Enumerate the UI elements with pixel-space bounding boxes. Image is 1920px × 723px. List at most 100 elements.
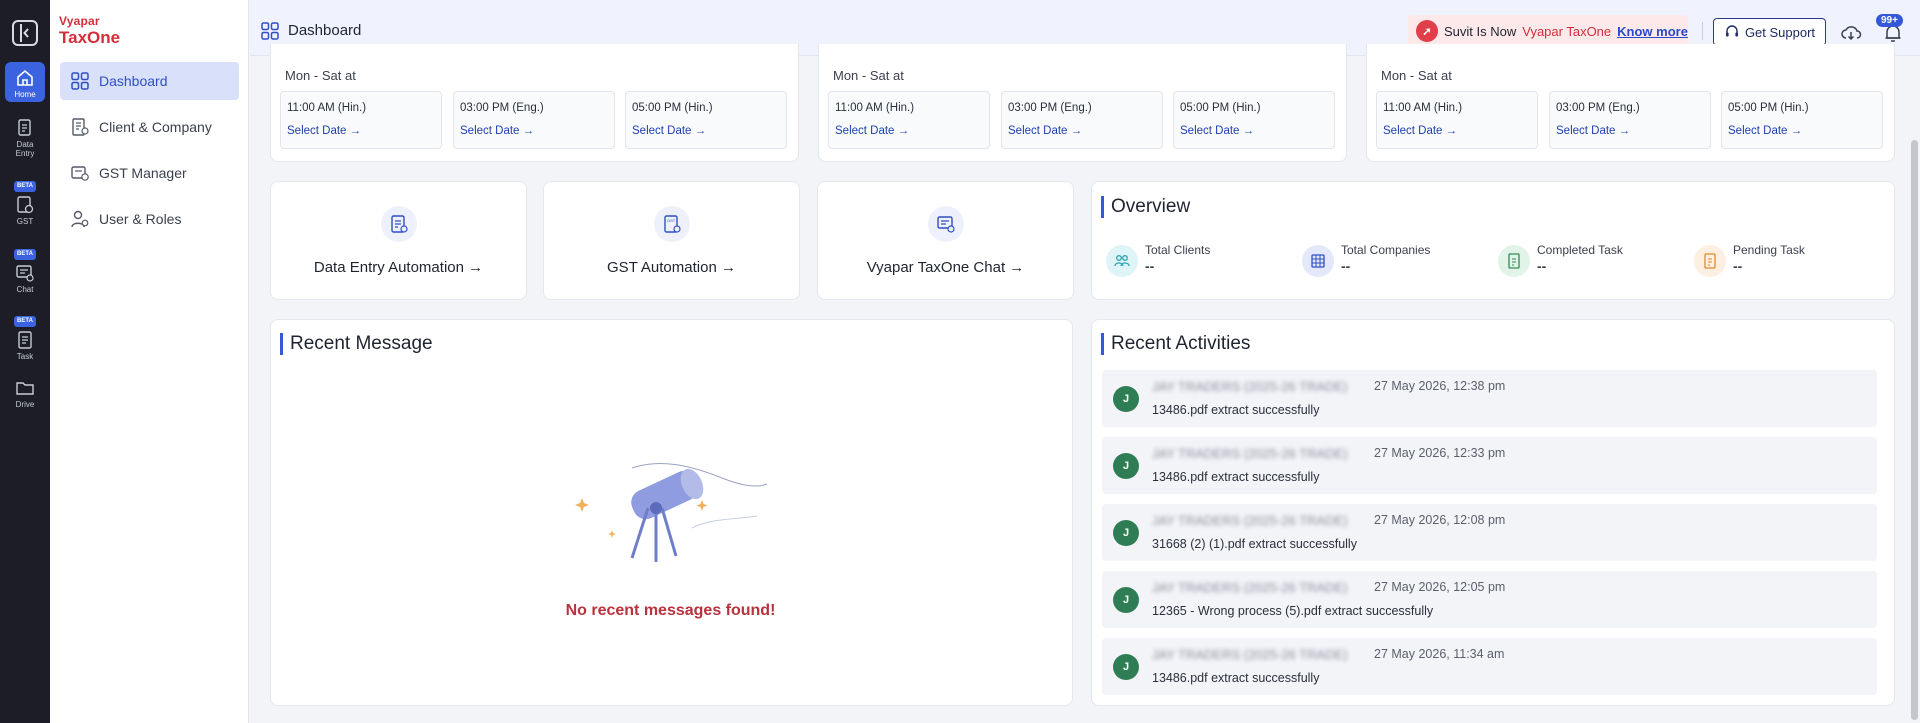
activity-item[interactable]: J JAY TRADERS (2025-26 TRADE) 27 May 202… [1102, 571, 1877, 628]
slot-time: 03:00 PM (Eng.) [1008, 102, 1092, 114]
beta-badge: BETA [14, 249, 36, 260]
activity-description: 13486.pdf extract successfully [1152, 671, 1320, 685]
select-date-link[interactable]: Select Date → [1556, 125, 1630, 137]
overview-label: Pending Task [1733, 243, 1805, 257]
rail-label-task: Task [16, 352, 34, 361]
slot-time: 03:00 PM (Eng.) [460, 102, 544, 114]
select-date-link[interactable]: Select Date → [287, 125, 361, 137]
activity-time: 27 May 2026, 11:34 am [1374, 647, 1505, 661]
activity-item[interactable]: J JAY TRADERS (2025-26 TRADE) 27 May 202… [1102, 638, 1877, 695]
activity-item[interactable]: J JAY TRADERS (2025-26 TRADE) 27 May 202… [1102, 370, 1877, 427]
client-company-icon [72, 118, 89, 136]
data-entry-automation-card[interactable]: Data Entry Automation → [270, 181, 527, 300]
slot-time: 05:00 PM (Hin.) [1728, 102, 1809, 114]
rail-item-data-entry[interactable]: Data Entry [0, 118, 50, 158]
select-date-link[interactable]: Select Date → [1008, 125, 1082, 137]
activity-time: 27 May 2026, 12:38 pm [1374, 379, 1506, 393]
overview-completed-task: Completed Task -- [1498, 241, 1623, 277]
empty-messages-text: No recent messages found! [565, 602, 776, 619]
brand-logo[interactable]: Vyapar TaxOne [59, 14, 120, 48]
companies-icon [1302, 245, 1334, 277]
sidebar-item-label: User & Roles [99, 211, 182, 227]
rail-item-chat[interactable]: BETA Chat [0, 248, 50, 294]
completed-task-icon [1498, 245, 1530, 277]
rail-label-data-entry: Data Entry [15, 140, 35, 158]
know-more-link[interactable]: Know more [1617, 24, 1688, 39]
avatar: J [1113, 453, 1139, 479]
header-divider [1702, 22, 1703, 40]
collapse-sidebar-icon[interactable] [12, 20, 38, 46]
notification-count-badge: 99+ [1876, 14, 1903, 27]
slot-time: 11:00 AM (Hin.) [1383, 102, 1463, 114]
sidebar: Vyapar TaxOne Dashboard Client & Company… [50, 0, 249, 723]
rail-label-drive: Drive [15, 400, 35, 409]
schedule-slot: 11:00 AM (Hin.) Select Date → [1376, 91, 1538, 149]
slot-time: 05:00 PM (Hin.) [632, 102, 713, 114]
select-date-link[interactable]: Select Date → [1728, 125, 1802, 137]
schedule-slot: 03:00 PM (Eng.) Select Date → [1001, 91, 1163, 149]
folder-icon [16, 382, 34, 395]
pending-task-icon [1694, 245, 1726, 277]
overview-title: Overview [1101, 196, 1190, 218]
activity-company-name: JAY TRADERS (2025-26 TRADE) [1152, 513, 1348, 528]
automation-label: Vyapar TaxOne Chat → [866, 259, 1025, 276]
page-scrollbar[interactable] [1911, 140, 1918, 720]
sidebar-item-user-roles[interactable]: User & Roles [60, 200, 239, 238]
schedule-slot: 11:00 AM (Hin.) Select Date → [280, 91, 442, 149]
select-date-link[interactable]: Select Date → [1383, 125, 1457, 137]
dashboard-icon [71, 72, 89, 90]
sidebar-item-gst-manager[interactable]: GST Manager [60, 154, 239, 192]
schedule-card-2: Mon - Sat at 11:00 AM (Hin.) Select Date… [818, 44, 1347, 162]
promo-banner: ➚ Suvit Is Now Vyapar TaxOne Know more [1408, 15, 1688, 47]
get-support-button[interactable]: Get Support [1713, 18, 1826, 46]
taxone-chat-card[interactable]: Vyapar TaxOne Chat → [817, 181, 1074, 300]
schedule-card-1: Mon - Sat at 11:00 AM (Hin.) Select Date… [270, 44, 799, 162]
slot-time: 03:00 PM (Eng.) [1556, 102, 1640, 114]
data-entry-automation-icon [380, 206, 417, 242]
schedule-slot: 05:00 PM (Hin.) Select Date → [1173, 91, 1335, 149]
rocket-icon: ➚ [1416, 20, 1438, 42]
slot-time: 05:00 PM (Hin.) [1180, 102, 1261, 114]
dashboard-icon [261, 22, 279, 40]
rail-item-gst[interactable]: BETA GST [0, 180, 50, 226]
overview-total-clients: Total Clients -- [1106, 241, 1210, 277]
activity-description: 13486.pdf extract successfully [1152, 470, 1320, 484]
overview-label: Total Clients [1145, 243, 1211, 257]
rail-item-task[interactable]: BETA Task [0, 315, 50, 361]
activity-time: 27 May 2026, 12:33 pm [1374, 446, 1506, 460]
promo-brand: Vyapar TaxOne [1522, 23, 1612, 39]
overview-label: Total Companies [1341, 243, 1431, 257]
chat-icon [16, 265, 34, 282]
overview-label: Completed Task [1537, 243, 1623, 257]
activity-item[interactable]: J JAY TRADERS (2025-26 TRADE) 27 May 202… [1102, 504, 1877, 561]
sidebar-item-dashboard[interactable]: Dashboard [60, 62, 239, 100]
telescope-illustration [575, 462, 768, 562]
gst-icon [17, 196, 34, 214]
schedule-label: Mon - Sat at [1381, 68, 1452, 83]
overview-value: -- [1341, 258, 1351, 274]
select-date-link[interactable]: Select Date → [835, 125, 909, 137]
select-date-link[interactable]: Select Date → [1180, 125, 1254, 137]
avatar: J [1113, 386, 1139, 412]
avatar: J [1113, 654, 1139, 680]
gst-automation-icon: GST [653, 206, 690, 242]
schedule-slot: 03:00 PM (Eng.) Select Date → [1549, 91, 1711, 149]
gst-automation-card[interactable]: GST GST Automation → [543, 181, 800, 300]
chat-automation-icon [927, 206, 964, 242]
sidebar-item-client-company[interactable]: Client & Company [60, 108, 239, 146]
svg-text:GST: GST [667, 218, 676, 223]
get-support-label: Get Support [1744, 24, 1816, 40]
select-date-link[interactable]: Select Date → [460, 125, 534, 137]
logo-main-text: TaxOne [59, 28, 121, 47]
overview-value: -- [1537, 258, 1547, 274]
rail-item-home[interactable]: Home [5, 62, 45, 102]
data-entry-icon [18, 119, 31, 136]
cloud-download-icon[interactable] [1840, 22, 1862, 44]
gst-manager-icon [71, 166, 89, 181]
rail-item-drive[interactable]: Drive [0, 378, 50, 409]
select-date-link[interactable]: Select Date → [632, 125, 706, 137]
activity-item[interactable]: J JAY TRADERS (2025-26 TRADE) 27 May 202… [1102, 437, 1877, 494]
sidebar-item-label: GST Manager [99, 165, 187, 181]
activity-description: 12365 - Wrong process (5).pdf extract su… [1152, 604, 1434, 618]
rail-label-gst: GST [16, 217, 34, 226]
